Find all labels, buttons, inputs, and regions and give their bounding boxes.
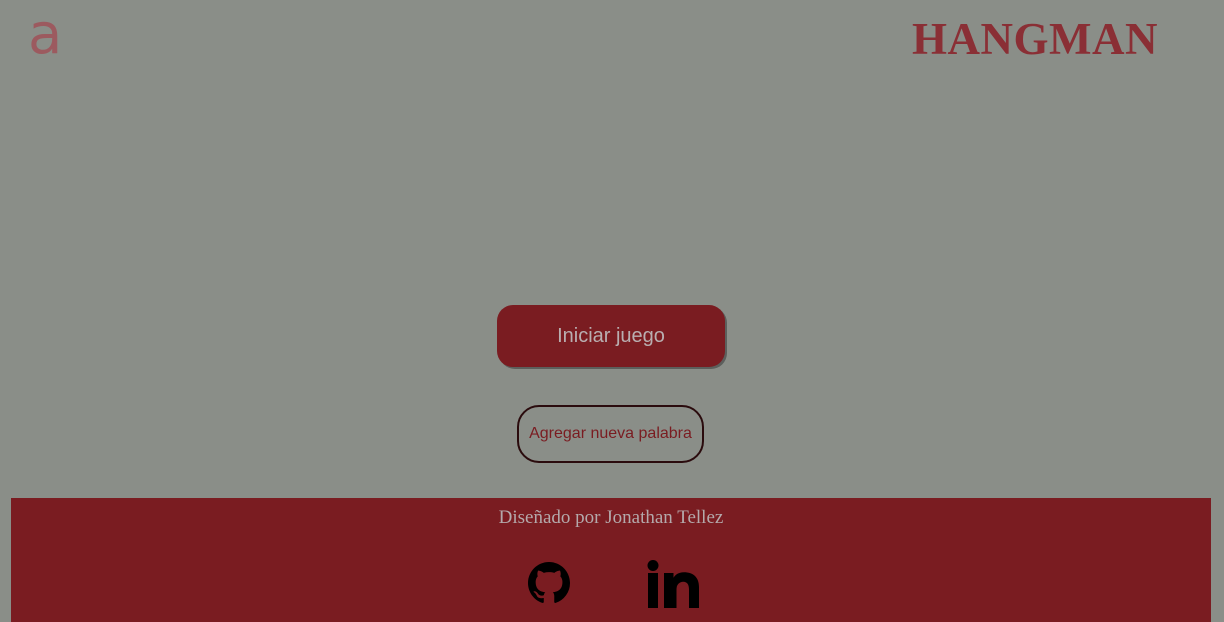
- footer-credit: Diseñado por Jonathan Tellez: [498, 507, 724, 528]
- github-icon: [528, 562, 570, 603]
- footer: Diseñado por Jonathan Tellez: [11, 498, 1211, 622]
- start-game-button[interactable]: Iniciar juego: [497, 305, 725, 367]
- alura-logo: a: [28, 2, 63, 67]
- page-title: HANGMAN: [912, 14, 1158, 64]
- linkedin-link[interactable]: [647, 560, 699, 608]
- linkedin-icon: [647, 560, 699, 608]
- add-word-button[interactable]: Agregar nueva palabra: [517, 405, 704, 463]
- github-link[interactable]: [528, 562, 570, 604]
